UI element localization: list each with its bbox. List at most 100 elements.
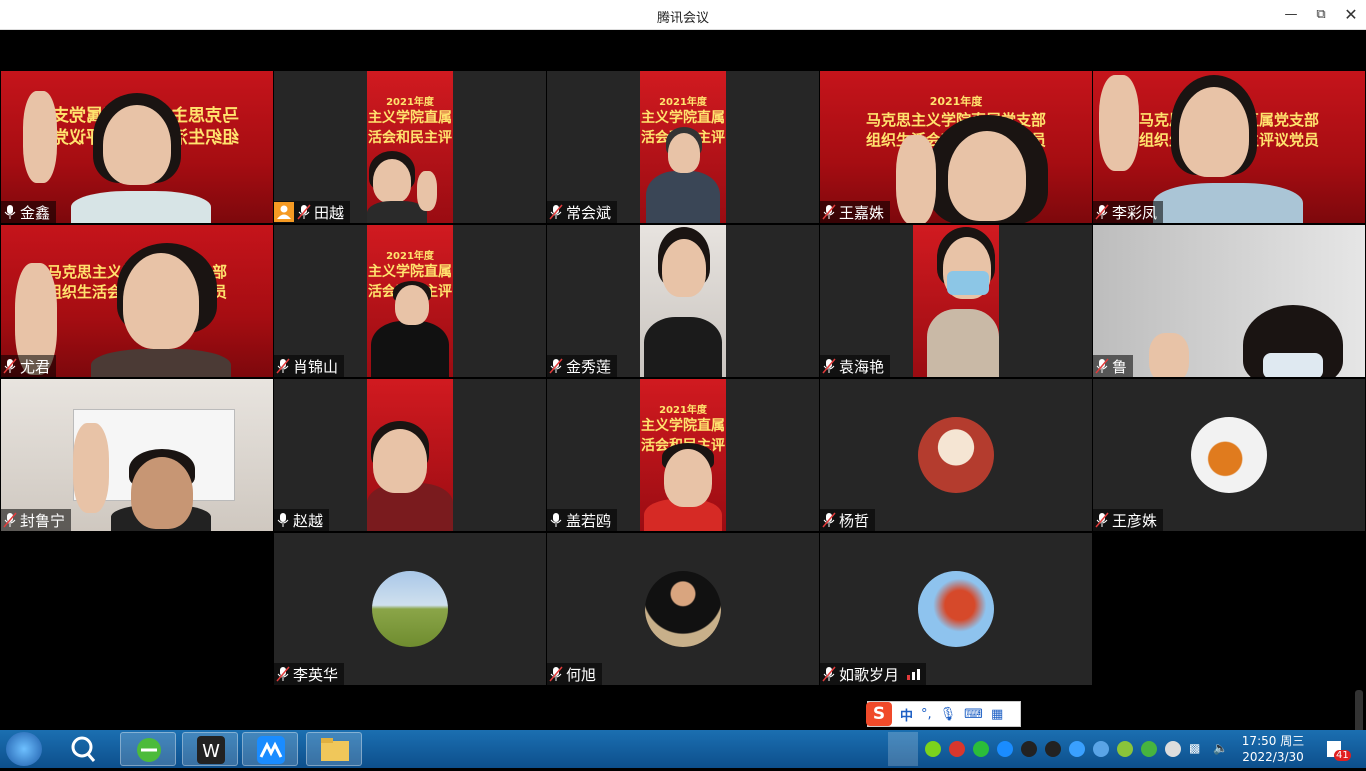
mic-icon xyxy=(549,512,563,528)
avatar xyxy=(645,571,721,647)
participant-tile[interactable]: 2021年度 主义学院直属 活会和民主评 田越 xyxy=(274,71,546,223)
participant-video xyxy=(913,225,999,377)
mic-muted-icon xyxy=(297,204,311,220)
system-tray: ▩ 🔈 xyxy=(925,741,1229,757)
avatar xyxy=(918,571,994,647)
participant-tile[interactable]: 2021年度 主义学院直属 活会和民主评 常会斌 xyxy=(547,71,819,223)
participant-name: 封鲁宁 xyxy=(1,509,72,531)
file-explorer-icon[interactable] xyxy=(306,732,362,766)
browser-icon[interactable] xyxy=(120,732,176,766)
participant-tile[interactable]: 杨哲 xyxy=(820,379,1092,531)
keyboard-icon[interactable]: ⌨ xyxy=(964,707,983,722)
host-icon xyxy=(274,202,294,222)
close-icon[interactable]: ✕ xyxy=(1340,5,1362,25)
participant-tile[interactable]: 2021年度 主义学院直属 活会和民主评 盖若鸥 xyxy=(547,379,819,531)
participant-tile[interactable]: 李英华 xyxy=(274,533,546,685)
participant-name: 金秀莲 xyxy=(547,355,618,377)
participant-name: 袁海艳 xyxy=(820,355,891,377)
clock-date: 2022/3/30 xyxy=(1242,750,1304,764)
participant-video: 2021年度 主义学院直属 活会和民主评 xyxy=(640,379,726,531)
wps-icon[interactable]: W xyxy=(182,732,238,766)
participant-name: 王嘉姝 xyxy=(820,201,891,223)
ime-punctuation[interactable]: °, xyxy=(921,707,932,722)
participant-name: 金鑫 xyxy=(1,201,57,223)
start-button[interactable] xyxy=(6,732,42,766)
clock[interactable]: 17:50 周三 2022/3/30 xyxy=(1238,733,1308,765)
window-title: 腾讯会议 xyxy=(656,11,709,26)
mic-muted-icon xyxy=(822,204,836,220)
tray-app-icon[interactable] xyxy=(925,741,941,757)
participant-tile[interactable]: 马克思主义学院直属党支部 组织生活会和民主评议党员 金鑫 xyxy=(1,71,273,223)
avatar xyxy=(918,417,994,493)
mic-muted-icon xyxy=(549,358,563,374)
participant-video: 2021年度 主义学院直属 活会和民主评 xyxy=(367,71,453,223)
participant-tile[interactable]: 鲁 xyxy=(1093,225,1365,377)
participant-name: 李彩凤 xyxy=(1093,201,1164,223)
tray-app-icon[interactable] xyxy=(997,741,1013,757)
title-bar: 腾讯会议 — ⧉ ✕ xyxy=(0,0,1366,30)
qq-icon[interactable] xyxy=(1021,741,1037,757)
participant-name: 肖锦山 xyxy=(274,355,345,377)
restore-icon[interactable]: ⧉ xyxy=(1310,5,1332,25)
notification-icon[interactable]: 41 xyxy=(1324,738,1351,761)
participant-tile[interactable]: 马克思主义学院直属党支部 组织生活会和民主评议党员 尤君 xyxy=(1,225,273,377)
sogou-icon[interactable]: S xyxy=(866,702,892,726)
tray-app-icon[interactable] xyxy=(1165,741,1181,757)
ime-toolbar[interactable]: S 中 °, 🎙 ⌨ ▦ xyxy=(866,701,1021,727)
participant-name: 赵越 xyxy=(274,509,330,531)
mic-muted-icon xyxy=(1095,204,1109,220)
participant-tile[interactable]: 如歌岁月 xyxy=(820,533,1092,685)
mic-muted-icon xyxy=(822,512,836,528)
tray-app-icon[interactable] xyxy=(1117,741,1133,757)
participant-name: 常会斌 xyxy=(547,201,618,223)
mic-icon xyxy=(3,204,17,220)
minimize-icon[interactable]: — xyxy=(1280,5,1302,25)
avatar xyxy=(1191,417,1267,493)
participant-tile[interactable]: 袁海艳 xyxy=(820,225,1092,377)
participant-tile[interactable]: 何旭 xyxy=(547,533,819,685)
mic-muted-icon xyxy=(276,358,290,374)
notification-badge: 41 xyxy=(1334,750,1351,761)
tray-app-icon[interactable] xyxy=(1093,741,1109,757)
participant-name: 李英华 xyxy=(274,663,345,685)
tencent-meeting-icon[interactable] xyxy=(242,732,298,766)
participant-name: 盖若鸥 xyxy=(547,509,618,531)
battery-icon[interactable] xyxy=(888,732,918,766)
qq-icon[interactable] xyxy=(1045,741,1061,757)
wechat-icon[interactable] xyxy=(973,741,989,757)
participant-name: 何旭 xyxy=(547,663,603,685)
avatar xyxy=(372,571,448,647)
participant-name: 鲁 xyxy=(1093,355,1134,377)
participant-video: 2021年度 主义学院直属 活会和民主评 xyxy=(367,225,453,377)
participant-tile[interactable]: 2021年度 马克思主义学院直属党支部 组织生活会和民主评议党员 王嘉姝 xyxy=(820,71,1092,223)
tray-app-icon[interactable] xyxy=(1141,741,1157,757)
participant-name: 田越 xyxy=(274,201,351,223)
participant-video xyxy=(367,379,453,531)
clock-time: 17:50 周三 xyxy=(1241,734,1305,748)
volume-icon[interactable]: 🔈 xyxy=(1213,741,1229,757)
mic-muted-icon xyxy=(276,666,290,682)
mic-muted-icon xyxy=(3,358,17,374)
tray-app-icon[interactable] xyxy=(949,741,965,757)
participant-name: 尤君 xyxy=(1,355,57,377)
mic-muted-icon xyxy=(549,666,563,682)
participant-tile[interactable]: 马克思主义学院直属党支部 组织生活会和民主评议党员 李彩凤 xyxy=(1093,71,1365,223)
network-icon[interactable]: ▩ xyxy=(1189,741,1205,757)
ime-language[interactable]: 中 xyxy=(900,705,913,724)
participant-tile[interactable]: 2021年度 主义学院直属 活会和民主评 肖锦山 xyxy=(274,225,546,377)
microphone-icon[interactable]: 🎙 xyxy=(940,707,957,722)
signal-strength-icon xyxy=(907,668,921,680)
participant-tile[interactable]: 赵越 xyxy=(274,379,546,531)
mic-muted-icon xyxy=(3,512,17,528)
search-icon[interactable] xyxy=(56,732,112,766)
participant-name: 王彦姝 xyxy=(1093,509,1164,531)
grid-icon[interactable]: ▦ xyxy=(991,707,1003,722)
participant-tile[interactable]: 王彦姝 xyxy=(1093,379,1365,531)
participant-tile[interactable]: 封鲁宁 xyxy=(1,379,273,531)
participant-name: 如歌岁月 xyxy=(820,663,927,685)
participant-tile[interactable]: 金秀莲 xyxy=(547,225,819,377)
mic-muted-icon xyxy=(822,666,836,682)
tray-app-icon[interactable] xyxy=(1069,741,1085,757)
participant-video: 2021年度 主义学院直属 活会和民主评 xyxy=(640,71,726,223)
svg-text:W: W xyxy=(202,741,220,762)
